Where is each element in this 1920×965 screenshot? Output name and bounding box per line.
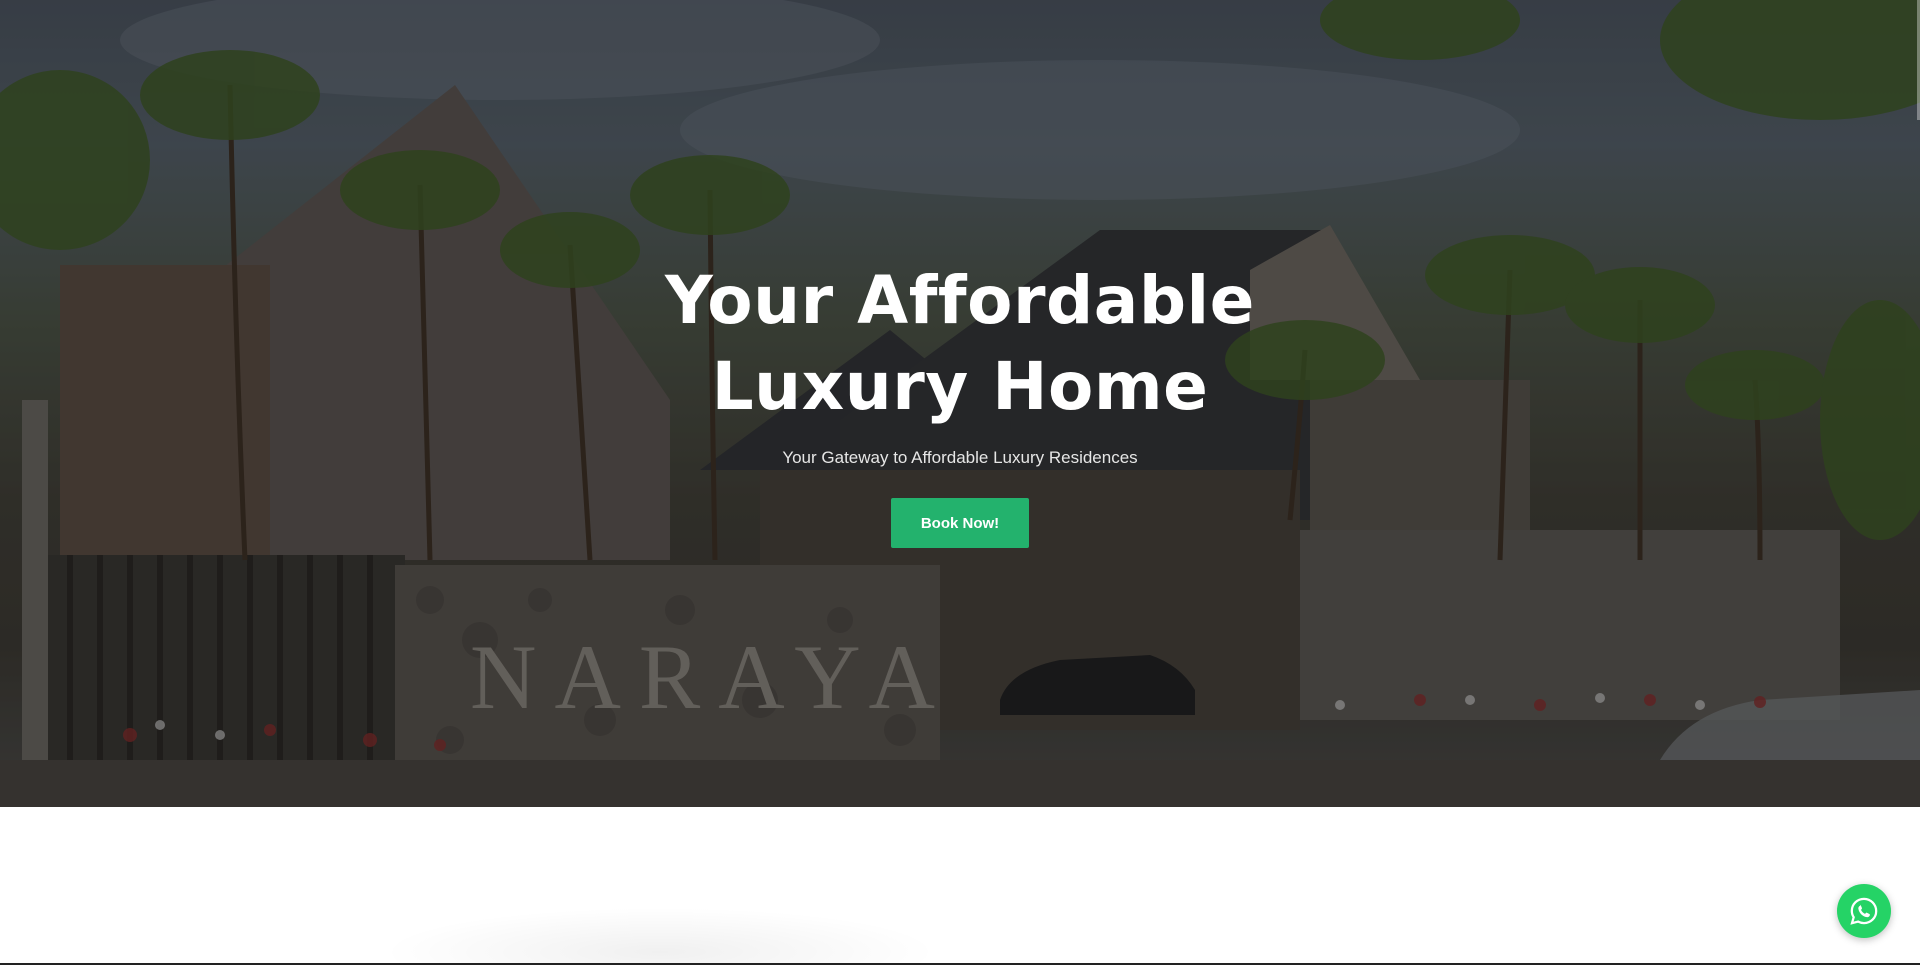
- hero-subtitle: Your Gateway to Affordable Luxury Reside…: [782, 448, 1138, 467]
- content-section: [0, 807, 1920, 965]
- hero-title: Your Affordable Luxury Home: [650, 258, 1270, 430]
- whatsapp-button[interactable]: [1837, 884, 1891, 938]
- hero-title-line1: Your Affordable: [665, 262, 1255, 339]
- book-now-button[interactable]: Book Now!: [891, 498, 1029, 548]
- hero-title-line2: Luxury Home: [711, 348, 1209, 425]
- hero-content: Your Affordable Luxury Home Your Gateway…: [0, 258, 1920, 548]
- whatsapp-icon: [1850, 897, 1878, 925]
- section-shadow: [380, 907, 940, 965]
- hero-section: NARAYA Your Affordable Luxury Home Your …: [0, 0, 1920, 807]
